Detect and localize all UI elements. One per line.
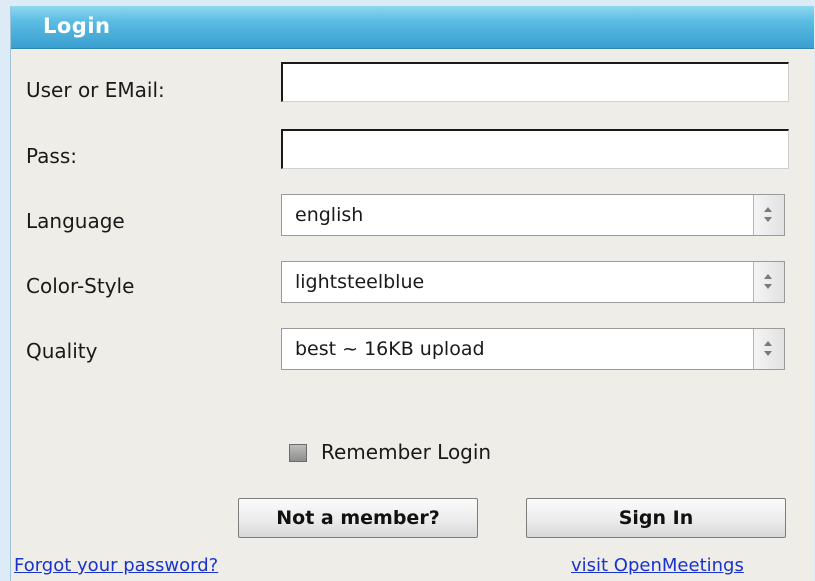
language-select-spinner-icon[interactable] [753,195,784,235]
color-style-select-spinner-icon[interactable] [753,262,784,302]
quality-select-spinner-icon[interactable] [753,329,784,369]
password-label: Pass: [26,144,77,168]
color-style-label: Color-Style [26,274,135,298]
password-input[interactable] [281,129,789,169]
title-bar: Login [11,6,814,49]
not-a-member-button[interactable]: Not a member? [238,498,478,538]
quality-label: Quality [26,339,98,363]
language-select[interactable]: english [281,194,785,236]
color-style-select-value: lightsteelblue [295,271,425,293]
visit-openmeetings-link[interactable]: visit OpenMeetings [571,555,744,576]
language-label: Language [26,209,125,233]
forgot-password-link[interactable]: Forgot your password? [14,555,218,576]
remember-login-checkbox[interactable] [289,444,307,462]
user-label: User or EMail: [26,78,165,102]
remember-login-label[interactable]: Remember Login [321,440,491,464]
language-select-value: english [295,204,364,226]
quality-select[interactable]: best ~ 16KB upload [281,328,785,370]
login-window: Login User or EMail: Pass: Language engl… [10,6,814,581]
color-style-select[interactable]: lightsteelblue [281,261,785,303]
sign-in-button[interactable]: Sign In [526,498,786,538]
window-title: Login [43,14,111,38]
quality-select-value: best ~ 16KB upload [295,338,485,360]
user-input[interactable] [281,62,789,102]
